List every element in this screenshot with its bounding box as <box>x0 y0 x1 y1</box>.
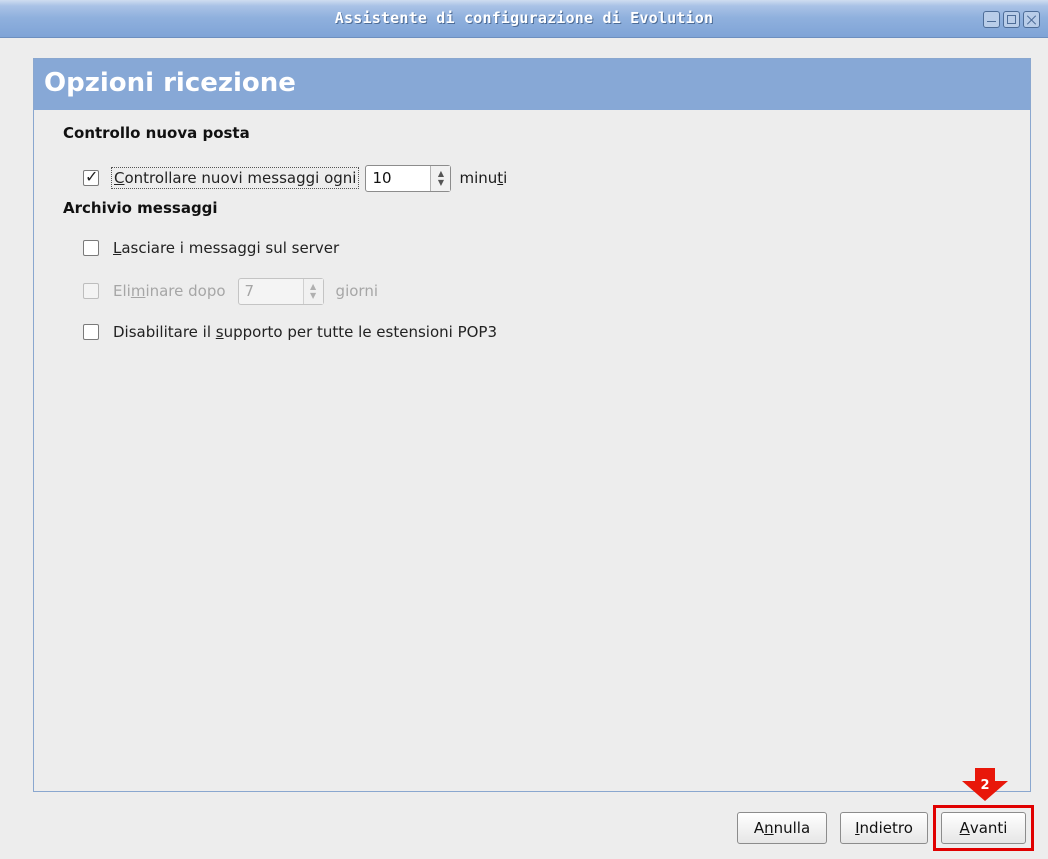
spinner-arrows-icon[interactable]: ▲ ▼ <box>302 278 323 304</box>
check-mail-label[interactable]: Controllare nuovi messaggi ogni <box>111 167 360 189</box>
cancel-mnemonic: n <box>764 819 774 837</box>
window-title-bar[interactable]: Assistente di configurazione di Evolutio… <box>0 0 1048 38</box>
close-icon[interactable] <box>1023 11 1040 28</box>
disable-pop3-row: Disabilitare il supporto per tutte le es… <box>83 319 497 345</box>
cancel-rest: nulla <box>773 819 811 837</box>
maximize-icon[interactable] <box>1003 11 1020 28</box>
delete-days-spinner[interactable]: 7 ▲ ▼ <box>237 277 324 305</box>
disable-pop3-text: upporto per tutte le estensioni POP3 <box>223 323 498 341</box>
disable-pop3-mnemonic: s <box>215 323 224 341</box>
check-mail-label-text: ontrollare nuovi messaggi ogni <box>124 169 357 187</box>
spinner-arrows-icon[interactable]: ▲ ▼ <box>430 165 451 191</box>
delete-after-checkbox[interactable] <box>83 283 99 299</box>
delete-after-prefix: Eli <box>113 282 131 300</box>
step-number: 2 <box>980 778 990 793</box>
delete-after-label[interactable]: Eliminare dopo <box>113 282 226 300</box>
unit-prefix: minu <box>459 169 498 187</box>
page-header: Opzioni ricezione <box>34 59 1030 110</box>
unit-rest: i <box>503 169 508 187</box>
leave-on-server-label[interactable]: Lasciare i messaggi sul server <box>113 239 339 257</box>
cancel-prefix: A <box>753 819 765 837</box>
window-title: Assistente di configurazione di Evolutio… <box>334 9 714 27</box>
check-mail-checkbox[interactable] <box>83 167 99 186</box>
back-rest: ndietro <box>859 819 913 837</box>
back-button[interactable]: Indietro <box>840 812 928 844</box>
minimize-icon[interactable] <box>983 11 1000 28</box>
leave-on-server-text: asciare i messaggi sul server <box>121 239 340 257</box>
cancel-button[interactable]: An nulla <box>737 812 827 844</box>
check-interval-value[interactable]: 10 <box>366 166 430 191</box>
check-mail-row: Controllare nuovi messaggi ogni 10 ▲▼ mi… <box>83 164 507 192</box>
leave-on-server-checkbox[interactable] <box>83 240 99 256</box>
page-title: Opzioni ricezione <box>44 68 296 98</box>
disable-pop3-checkbox[interactable] <box>83 324 99 340</box>
step-marker-arrow-icon: 2 <box>962 768 1008 802</box>
check-mail-section-title: Controllo nuova posta <box>63 124 250 142</box>
check-mail-mnemonic: C <box>114 169 125 187</box>
window-controls <box>983 11 1040 28</box>
days-unit-label: giorni <box>335 282 378 300</box>
delete-after-text: inare dopo <box>145 282 226 300</box>
delete-after-row: Eliminare dopo 7 ▲ ▼ giorni <box>83 277 378 305</box>
delete-after-mnemonic: m <box>130 282 146 300</box>
interval-unit-label: minuti <box>459 169 507 187</box>
next-button-highlight <box>933 805 1034 851</box>
check-interval-spinner[interactable]: 10 ▲ ▼ <box>365 164 452 192</box>
archive-section-title: Archivio messaggi <box>63 199 218 217</box>
disable-pop3-label[interactable]: Disabilitare il supporto per tutte le es… <box>113 323 497 341</box>
delete-days-value[interactable]: 7 <box>239 279 303 304</box>
disable-pop3-prefix: Disabilitare il <box>113 323 216 341</box>
leave-on-server-row: Lasciare i messaggi sul server <box>83 235 339 261</box>
